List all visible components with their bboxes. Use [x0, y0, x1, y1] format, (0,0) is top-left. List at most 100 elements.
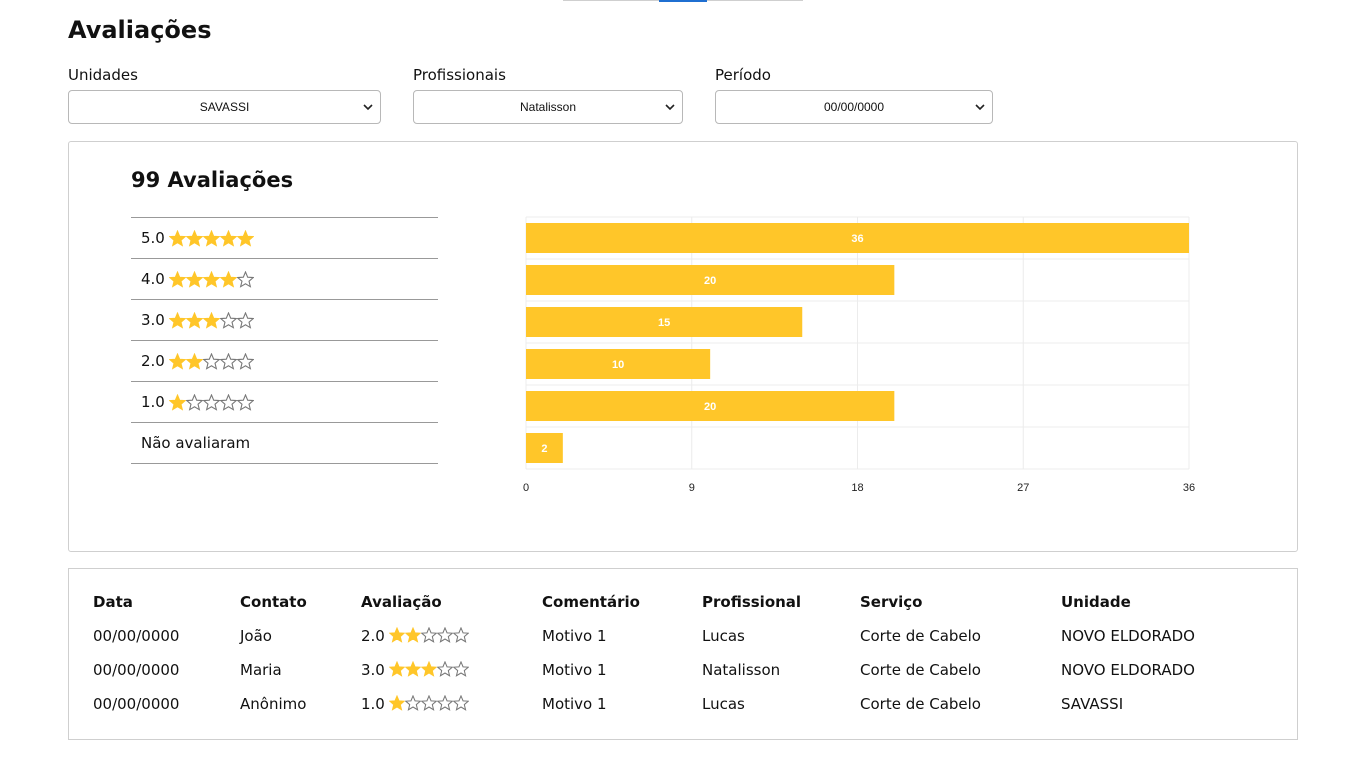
rating-stars: [168, 311, 254, 329]
cell-text: 1.0: [361, 695, 385, 713]
column-header[interactable]: Data: [93, 593, 133, 611]
chart-tick-label: 36: [1183, 482, 1195, 494]
column-header[interactable]: Profissional: [702, 593, 801, 611]
periodo-select[interactable]: 00/00/0000: [715, 90, 993, 124]
unit-cell: NOVO ELDORADO: [1061, 661, 1195, 679]
star-filled-icon: [404, 626, 421, 643]
chart-data-label: 36: [851, 233, 863, 245]
rating-label: 4.0: [141, 270, 165, 288]
comment-cell: Motivo 1: [542, 661, 607, 679]
star-empty-icon: [236, 311, 254, 329]
chart-data-label: 15: [658, 317, 670, 329]
chevron-down-icon: [363, 104, 373, 111]
date-cell: 00/00/0000: [93, 695, 179, 713]
top-active-indicator: [659, 0, 707, 2]
chart-tick-label: 9: [689, 482, 695, 494]
chart-tick-label: 18: [851, 482, 863, 494]
unit-cell: NOVO ELDORADO: [1061, 627, 1195, 645]
service-cell: Corte de Cabelo: [860, 695, 981, 713]
star-filled-icon: [168, 270, 186, 288]
cell-text: Corte de Cabelo: [860, 627, 981, 645]
comment-cell: Motivo 1: [542, 627, 607, 645]
rating-stars: [388, 626, 469, 643]
profissionais-select[interactable]: Natalisson: [413, 90, 683, 124]
comment-cell: Motivo 1: [542, 695, 607, 713]
date-cell: 00/00/0000: [93, 627, 179, 645]
cell-text: Motivo 1: [542, 627, 607, 645]
rating-label: 2.0: [141, 352, 165, 370]
cell-text: Lucas: [702, 695, 745, 713]
star-empty-icon: [420, 694, 437, 711]
cell-text: 00/00/0000: [93, 661, 180, 679]
cell-text: SAVASSI: [1061, 695, 1124, 713]
column-header[interactable]: Comentário: [542, 593, 640, 611]
cell-text: NOVO ELDORADO: [1061, 661, 1195, 679]
rating-stars: [168, 352, 254, 370]
rating-row: 2.0: [131, 341, 438, 382]
professional-cell: Natalisson: [702, 661, 780, 679]
star-empty-icon: [452, 626, 469, 643]
column-header[interactable]: Unidade: [1061, 593, 1131, 611]
rating-row: 3.0: [131, 300, 438, 341]
star-empty-icon: [185, 393, 203, 411]
cell-text: Corte de Cabelo: [860, 695, 981, 713]
star-filled-icon: [168, 352, 186, 370]
column-header[interactable]: Serviço: [860, 593, 923, 611]
filter-label: Unidades: [68, 66, 138, 84]
reviews-table: Data Contato Avaliação Comentário Profission…: [68, 568, 1298, 740]
chart-data-label: 20: [704, 275, 716, 287]
unidades-select[interactable]: SAVASSI: [68, 90, 381, 124]
star-empty-icon: [404, 694, 421, 711]
star-filled-icon: [202, 229, 220, 247]
chart-data-label: 10: [612, 359, 624, 371]
star-filled-icon: [219, 270, 237, 288]
chart-data-label: 20: [704, 401, 716, 413]
filter-profissionais: Profissionais Natalisson: [413, 66, 683, 124]
cell-text: 00/00/0000: [93, 695, 180, 713]
star-empty-icon: [436, 694, 453, 711]
star-empty-icon: [452, 660, 469, 677]
star-empty-icon: [202, 393, 220, 411]
cell-text: 2.0: [361, 627, 385, 645]
star-filled-icon: [388, 694, 405, 711]
contact-cell: Maria: [240, 661, 282, 679]
page-title: Avaliações: [68, 16, 212, 44]
ratings-summary-panel: 99 Avaliações 5.0 4.0 3.0 2.0 1.0 Não avaliar…: [68, 141, 1298, 552]
rating-label: 1.0: [141, 393, 165, 411]
chevron-down-icon: [665, 104, 675, 111]
cell-text: Motivo 1: [542, 661, 607, 679]
star-filled-icon: [168, 393, 186, 411]
chart-tick-label: 0: [523, 482, 529, 494]
chevron-down-icon: [975, 104, 985, 111]
star-empty-icon: [436, 626, 453, 643]
rating-stars: [168, 270, 254, 288]
contact-cell: Anônimo: [240, 695, 306, 713]
star-filled-icon: [168, 229, 186, 247]
star-filled-icon: [388, 626, 405, 643]
rating-label: Não avaliaram: [141, 434, 251, 452]
rating-cell: 3.0: [361, 660, 469, 679]
star-filled-icon: [168, 311, 186, 329]
filter-label: Período: [715, 66, 771, 84]
star-filled-icon: [420, 660, 437, 677]
column-header[interactable]: Contato: [240, 593, 307, 611]
star-empty-icon: [236, 393, 254, 411]
star-filled-icon: [236, 229, 254, 247]
cell-text: Natalisson: [702, 661, 781, 679]
star-empty-icon: [202, 352, 220, 370]
date-cell: 00/00/0000: [93, 661, 179, 679]
star-filled-icon: [404, 660, 421, 677]
rating-label: 3.0: [141, 311, 165, 329]
star-empty-icon: [436, 660, 453, 677]
rating-label: 5.0: [141, 229, 165, 247]
star-filled-icon: [202, 270, 220, 288]
cell-text: 00/00/0000: [93, 627, 180, 645]
service-cell: Corte de Cabelo: [860, 661, 981, 679]
select-value: SAVASSI: [199, 100, 250, 114]
rating-row: 5.0: [131, 218, 438, 259]
column-header[interactable]: Avaliação: [361, 593, 442, 611]
rating-breakdown-list: 5.0 4.0 3.0 2.0 1.0 Não avaliaram: [131, 217, 438, 464]
star-filled-icon: [202, 311, 220, 329]
star-empty-icon: [420, 626, 437, 643]
filter-periodo: Período 00/00/0000: [715, 66, 993, 124]
